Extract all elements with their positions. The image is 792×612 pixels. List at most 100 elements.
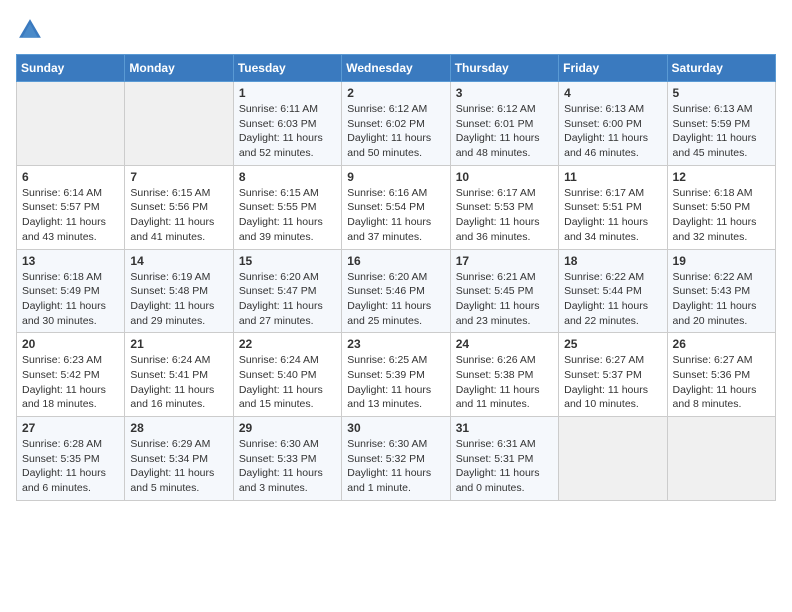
day-number: 20	[22, 337, 119, 351]
day-number: 29	[239, 421, 336, 435]
col-header-thursday: Thursday	[450, 55, 558, 82]
day-number: 5	[673, 86, 770, 100]
day-cell: 23 Sunrise: 6:25 AM Sunset: 5:39 PM Dayli…	[342, 333, 450, 417]
week-row-4: 20 Sunrise: 6:23 AM Sunset: 5:42 PM Dayli…	[17, 333, 776, 417]
day-cell: 22 Sunrise: 6:24 AM Sunset: 5:40 PM Dayli…	[233, 333, 341, 417]
day-cell: 20 Sunrise: 6:23 AM Sunset: 5:42 PM Dayli…	[17, 333, 125, 417]
day-info: Sunrise: 6:11 AM Sunset: 6:03 PM Dayligh…	[239, 102, 336, 161]
day-cell: 30 Sunrise: 6:30 AM Sunset: 5:32 PM Dayli…	[342, 417, 450, 501]
day-info: Sunrise: 6:27 AM Sunset: 5:36 PM Dayligh…	[673, 353, 770, 412]
day-cell: 26Sunrise: 6:27 AM Sunset: 5:36 PM Dayli…	[667, 333, 775, 417]
day-cell: 16 Sunrise: 6:20 AM Sunset: 5:46 PM Dayli…	[342, 249, 450, 333]
day-info: Sunrise: 6:29 AM Sunset: 5:34 PM Dayligh…	[130, 437, 227, 496]
day-number: 10	[456, 170, 553, 184]
day-info: Sunrise: 6:20 AM Sunset: 5:46 PM Dayligh…	[347, 270, 444, 329]
day-cell: 14Sunrise: 6:19 AM Sunset: 5:48 PM Dayli…	[125, 249, 233, 333]
day-cell: 7 Sunrise: 6:15 AM Sunset: 5:56 PM Daylig…	[125, 165, 233, 249]
week-row-2: 6 Sunrise: 6:14 AM Sunset: 5:57 PM Daylig…	[17, 165, 776, 249]
page-header	[16, 16, 776, 44]
day-cell	[559, 417, 667, 501]
logo-icon	[16, 16, 44, 44]
day-number: 30	[347, 421, 444, 435]
day-info: Sunrise: 6:24 AM Sunset: 5:41 PM Dayligh…	[130, 353, 227, 412]
day-cell: 8 Sunrise: 6:15 AM Sunset: 5:55 PM Daylig…	[233, 165, 341, 249]
day-cell: 17 Sunrise: 6:21 AM Sunset: 5:45 PM Dayli…	[450, 249, 558, 333]
day-number: 15	[239, 254, 336, 268]
day-number: 1	[239, 86, 336, 100]
day-info: Sunrise: 6:13 AM Sunset: 6:00 PM Dayligh…	[564, 102, 661, 161]
day-number: 17	[456, 254, 553, 268]
day-cell: 12 Sunrise: 6:18 AM Sunset: 5:50 PM Dayli…	[667, 165, 775, 249]
col-header-saturday: Saturday	[667, 55, 775, 82]
day-info: Sunrise: 6:16 AM Sunset: 5:54 PM Dayligh…	[347, 186, 444, 245]
day-number: 16	[347, 254, 444, 268]
day-cell: 6 Sunrise: 6:14 AM Sunset: 5:57 PM Daylig…	[17, 165, 125, 249]
day-number: 24	[456, 337, 553, 351]
week-row-5: 27Sunrise: 6:28 AM Sunset: 5:35 PM Dayli…	[17, 417, 776, 501]
day-info: Sunrise: 6:27 AM Sunset: 5:37 PM Dayligh…	[564, 353, 661, 412]
day-number: 25	[564, 337, 661, 351]
day-cell	[125, 82, 233, 166]
day-info: Sunrise: 6:22 AM Sunset: 5:44 PM Dayligh…	[564, 270, 661, 329]
day-cell: 29Sunrise: 6:30 AM Sunset: 5:33 PM Dayli…	[233, 417, 341, 501]
day-cell: 27Sunrise: 6:28 AM Sunset: 5:35 PM Dayli…	[17, 417, 125, 501]
col-header-friday: Friday	[559, 55, 667, 82]
day-number: 23	[347, 337, 444, 351]
day-info: Sunrise: 6:23 AM Sunset: 5:42 PM Dayligh…	[22, 353, 119, 412]
day-cell	[17, 82, 125, 166]
day-info: Sunrise: 6:15 AM Sunset: 5:56 PM Dayligh…	[130, 186, 227, 245]
day-cell: 9 Sunrise: 6:16 AM Sunset: 5:54 PM Daylig…	[342, 165, 450, 249]
day-number: 22	[239, 337, 336, 351]
week-row-3: 13Sunrise: 6:18 AM Sunset: 5:49 PM Dayli…	[17, 249, 776, 333]
day-number: 6	[22, 170, 119, 184]
day-number: 28	[130, 421, 227, 435]
day-info: Sunrise: 6:25 AM Sunset: 5:39 PM Dayligh…	[347, 353, 444, 412]
calendar-table: SundayMondayTuesdayWednesdayThursdayFrid…	[16, 54, 776, 501]
day-info: Sunrise: 6:18 AM Sunset: 5:50 PM Dayligh…	[673, 186, 770, 245]
day-cell: 25 Sunrise: 6:27 AM Sunset: 5:37 PM Dayli…	[559, 333, 667, 417]
day-number: 7	[130, 170, 227, 184]
day-cell: 18 Sunrise: 6:22 AM Sunset: 5:44 PM Dayli…	[559, 249, 667, 333]
day-cell: 5 Sunrise: 6:13 AM Sunset: 5:59 PM Daylig…	[667, 82, 775, 166]
day-cell: 10 Sunrise: 6:17 AM Sunset: 5:53 PM Dayli…	[450, 165, 558, 249]
week-row-1: 1 Sunrise: 6:11 AM Sunset: 6:03 PM Daylig…	[17, 82, 776, 166]
day-number: 3	[456, 86, 553, 100]
day-info: Sunrise: 6:13 AM Sunset: 5:59 PM Dayligh…	[673, 102, 770, 161]
day-info: Sunrise: 6:18 AM Sunset: 5:49 PM Dayligh…	[22, 270, 119, 329]
day-cell: 13Sunrise: 6:18 AM Sunset: 5:49 PM Dayli…	[17, 249, 125, 333]
day-number: 31	[456, 421, 553, 435]
day-info: Sunrise: 6:17 AM Sunset: 5:53 PM Dayligh…	[456, 186, 553, 245]
col-header-monday: Monday	[125, 55, 233, 82]
day-number: 14	[130, 254, 227, 268]
day-info: Sunrise: 6:12 AM Sunset: 6:01 PM Dayligh…	[456, 102, 553, 161]
day-info: Sunrise: 6:21 AM Sunset: 5:45 PM Dayligh…	[456, 270, 553, 329]
day-cell: 15Sunrise: 6:20 AM Sunset: 5:47 PM Dayli…	[233, 249, 341, 333]
day-cell: 21 Sunrise: 6:24 AM Sunset: 5:41 PM Dayli…	[125, 333, 233, 417]
day-cell: 4 Sunrise: 6:13 AM Sunset: 6:00 PM Daylig…	[559, 82, 667, 166]
day-info: Sunrise: 6:26 AM Sunset: 5:38 PM Dayligh…	[456, 353, 553, 412]
day-cell: 31Sunrise: 6:31 AM Sunset: 5:31 PM Dayli…	[450, 417, 558, 501]
day-cell: 24 Sunrise: 6:26 AM Sunset: 5:38 PM Dayli…	[450, 333, 558, 417]
day-number: 8	[239, 170, 336, 184]
col-header-sunday: Sunday	[17, 55, 125, 82]
day-cell: 28 Sunrise: 6:29 AM Sunset: 5:34 PM Dayli…	[125, 417, 233, 501]
day-info: Sunrise: 6:17 AM Sunset: 5:51 PM Dayligh…	[564, 186, 661, 245]
day-number: 21	[130, 337, 227, 351]
day-info: Sunrise: 6:30 AM Sunset: 5:32 PM Dayligh…	[347, 437, 444, 496]
col-header-tuesday: Tuesday	[233, 55, 341, 82]
day-cell	[667, 417, 775, 501]
day-number: 2	[347, 86, 444, 100]
day-info: Sunrise: 6:14 AM Sunset: 5:57 PM Dayligh…	[22, 186, 119, 245]
day-info: Sunrise: 6:24 AM Sunset: 5:40 PM Dayligh…	[239, 353, 336, 412]
day-number: 12	[673, 170, 770, 184]
day-info: Sunrise: 6:22 AM Sunset: 5:43 PM Dayligh…	[673, 270, 770, 329]
calendar-header-row: SundayMondayTuesdayWednesdayThursdayFrid…	[17, 55, 776, 82]
day-cell: 1 Sunrise: 6:11 AM Sunset: 6:03 PM Daylig…	[233, 82, 341, 166]
day-cell: 3 Sunrise: 6:12 AM Sunset: 6:01 PM Daylig…	[450, 82, 558, 166]
day-number: 4	[564, 86, 661, 100]
logo	[16, 16, 48, 44]
day-info: Sunrise: 6:28 AM Sunset: 5:35 PM Dayligh…	[22, 437, 119, 496]
day-number: 18	[564, 254, 661, 268]
day-number: 9	[347, 170, 444, 184]
day-info: Sunrise: 6:15 AM Sunset: 5:55 PM Dayligh…	[239, 186, 336, 245]
